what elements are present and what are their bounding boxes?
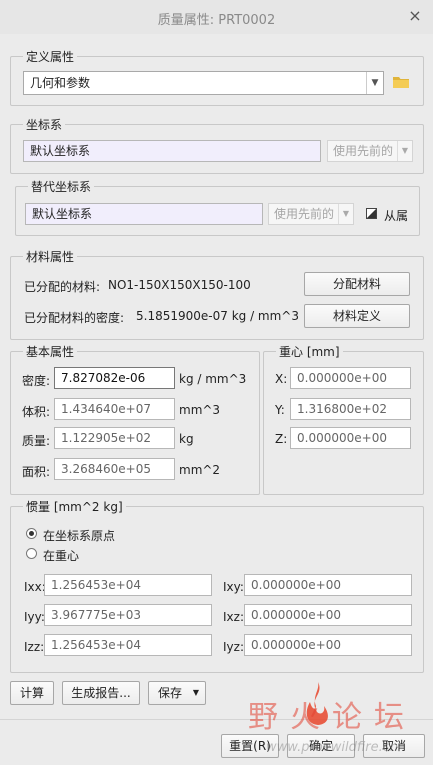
density-field[interactable]: 7.827082e-06: [54, 367, 175, 389]
ixy-label: Ixy:: [223, 580, 244, 594]
title-bar: 质量属性: PRT0002 ×: [0, 0, 433, 34]
volume-unit: mm^3: [179, 403, 221, 417]
radio-origin[interactable]: [26, 528, 37, 539]
center-of-gravity-title: 重心 [mm]: [276, 343, 343, 360]
watermark-url: www.proewildfire.cn: [266, 740, 399, 755]
iyz-label: Iyz:: [223, 640, 244, 654]
alt-coord-field[interactable]: 默认坐标系: [25, 203, 263, 225]
volume-label: 体积:: [22, 405, 51, 419]
mass-field[interactable]: 1.122905e+02: [54, 427, 175, 449]
center-y-field[interactable]: 1.316800e+02: [290, 398, 411, 420]
iyy-field[interactable]: 3.967775e+03: [44, 604, 212, 626]
area-field[interactable]: 3.268460e+05: [54, 458, 175, 480]
chevron-down-icon: ▼: [192, 688, 199, 697]
ixz-field[interactable]: 0.000000e+00: [244, 604, 412, 626]
radio-center[interactable]: [26, 548, 37, 559]
alt-coord-option-select: 使用先前的 ▼: [268, 203, 354, 225]
window-title: 质量属性: PRT0002: [157, 13, 276, 28]
alt-coord-option-value: 使用先前的: [274, 207, 335, 221]
center-x-field[interactable]: 0.000000e+00: [290, 367, 411, 389]
area-unit: mm^2: [179, 463, 221, 477]
assigned-material-value: NO1-150X150X150-100: [108, 278, 251, 292]
basic-properties-title: 基本属性: [23, 343, 78, 360]
area-label: 面积:: [22, 465, 51, 479]
material-density-value: 5.1851900e-07 kg / mm^3: [136, 309, 299, 323]
mass-unit: kg: [179, 432, 194, 446]
coord-system-option-value: 使用先前的: [333, 144, 394, 158]
calculate-button[interactable]: 计算: [10, 681, 54, 705]
density-label: 密度:: [22, 374, 51, 388]
generate-report-button[interactable]: 生成报告...: [62, 681, 140, 705]
from-layer-icon[interactable]: [366, 208, 377, 219]
izz-label: Izz:: [24, 640, 45, 654]
coord-system-field[interactable]: 默认坐标系: [23, 140, 321, 162]
radio-center-label[interactable]: 在重心: [43, 547, 79, 564]
inertia-title: 惯量 [mm^2 kg]: [23, 498, 126, 515]
watermark-text: 野火论坛: [248, 700, 416, 735]
from-layer-label[interactable]: 从属: [384, 207, 408, 224]
center-x-label: X:: [275, 372, 288, 386]
define-material-button[interactable]: 材料定义: [304, 304, 410, 328]
alt-coord-title: 替代坐标系: [28, 178, 95, 195]
volume-field[interactable]: 1.434640e+07: [54, 398, 175, 420]
ixx-field[interactable]: 1.256453e+04: [44, 574, 212, 596]
ixx-label: Ixx:: [24, 580, 46, 594]
assign-material-button[interactable]: 分配材料: [304, 272, 410, 296]
chevron-down-icon: ▼: [366, 72, 383, 94]
center-y-label: Y:: [275, 403, 285, 417]
close-icon[interactable]: ×: [405, 6, 425, 26]
mode-select[interactable]: 几何和参数 ▼: [23, 71, 384, 95]
mass-label: 质量:: [22, 434, 51, 448]
izz-field[interactable]: 1.256453e+04: [44, 634, 212, 656]
coord-system-title: 坐标系: [23, 116, 66, 133]
save-button[interactable]: 保存 ▼: [148, 681, 206, 705]
iyz-field[interactable]: 0.000000e+00: [244, 634, 412, 656]
material-density-label: 已分配材料的密度:: [24, 311, 125, 325]
radio-origin-label[interactable]: 在坐标系原点: [43, 527, 115, 544]
iyy-label: Iyy:: [24, 610, 45, 624]
center-z-field[interactable]: 0.000000e+00: [290, 427, 411, 449]
mode-select-value: 几何和参数: [30, 76, 91, 90]
folder-icon[interactable]: [393, 76, 409, 88]
save-label: 保存: [158, 686, 183, 700]
ixz-label: Ixz:: [223, 610, 244, 624]
coord-system-option-select: 使用先前的 ▼: [327, 140, 413, 162]
ixy-field[interactable]: 0.000000e+00: [244, 574, 412, 596]
chevron-down-icon: ▼: [397, 141, 412, 161]
chevron-down-icon: ▼: [338, 204, 353, 224]
density-unit: kg / mm^3: [179, 372, 247, 386]
center-z-label: Z:: [275, 432, 288, 446]
define-properties-title: 定义属性: [23, 48, 78, 65]
material-title: 材料属性: [23, 248, 78, 265]
assigned-material-label: 已分配的材料:: [24, 280, 101, 294]
